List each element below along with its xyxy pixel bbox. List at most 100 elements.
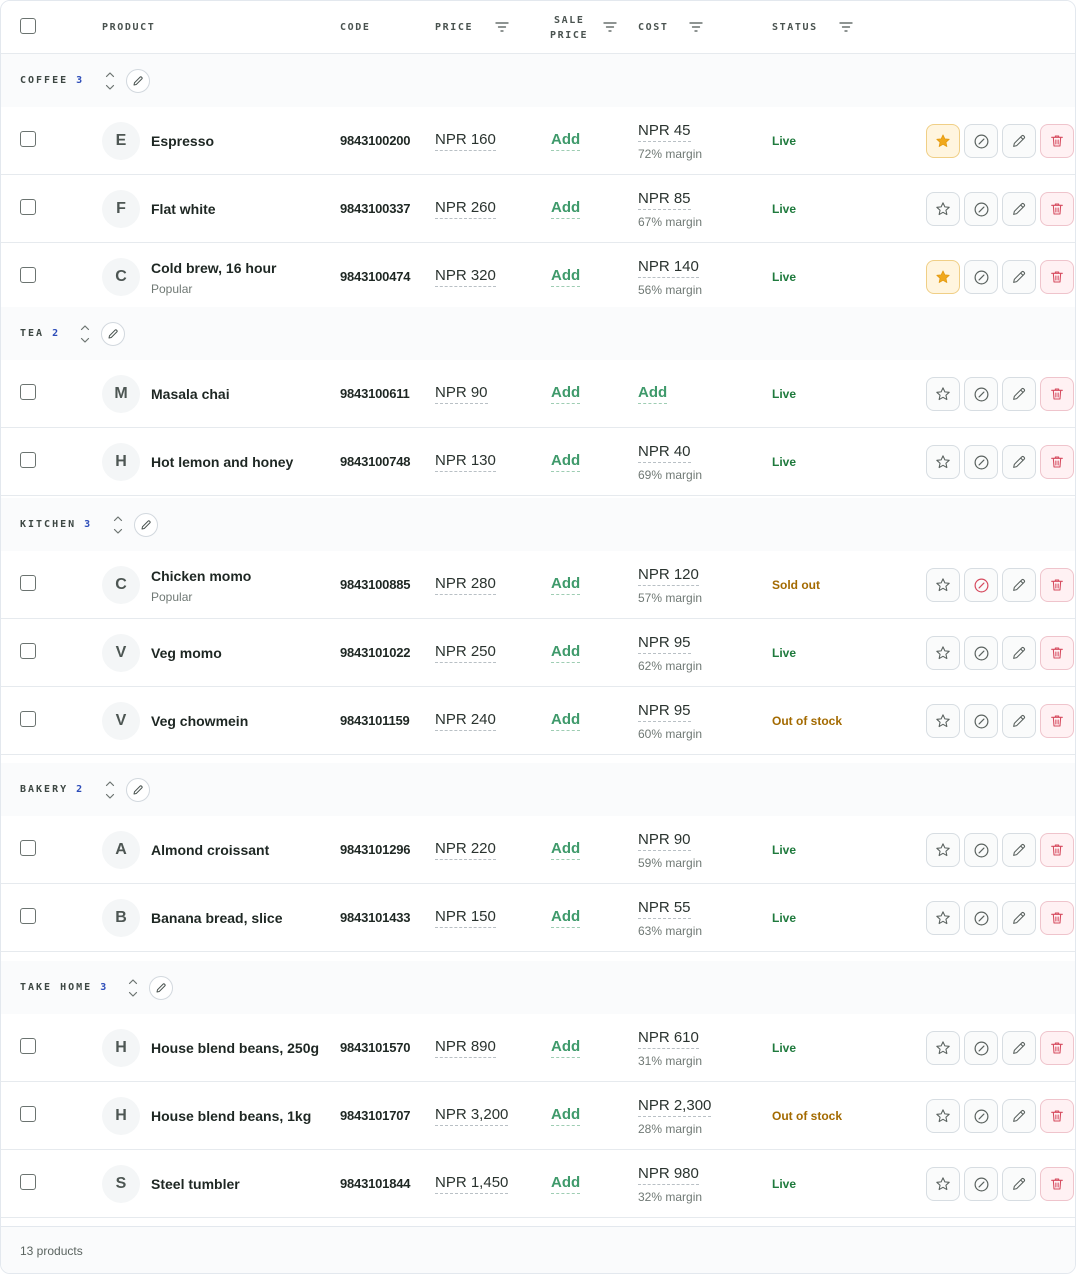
row-checkbox[interactable] bbox=[20, 908, 36, 924]
table-row[interactable]: M Masala chai 9843100611 NPR 90 Add Add Live bbox=[1, 360, 1075, 428]
delete-product-button[interactable] bbox=[1040, 260, 1074, 294]
edit-group-button[interactable] bbox=[149, 976, 173, 1000]
cost-value[interactable]: NPR 120 bbox=[638, 566, 699, 586]
edit-product-button[interactable] bbox=[1002, 445, 1036, 479]
cost-value[interactable]: NPR 85 bbox=[638, 190, 691, 210]
favorite-button[interactable] bbox=[926, 124, 960, 158]
product-name[interactable]: Veg momo bbox=[151, 645, 222, 661]
edit-product-button[interactable] bbox=[1002, 901, 1036, 935]
edit-product-button[interactable] bbox=[1002, 1167, 1036, 1201]
cost-value[interactable]: NPR 980 bbox=[638, 1165, 699, 1185]
delete-product-button[interactable] bbox=[1040, 568, 1074, 602]
add-sale-price-link[interactable]: Add bbox=[551, 1038, 581, 1058]
price-value[interactable]: NPR 260 bbox=[435, 199, 496, 219]
cost-value[interactable]: NPR 95 bbox=[638, 702, 691, 722]
table-row[interactable]: C Popular Cold brew, 16 hour 9843100474 NPR … bbox=[1, 243, 1075, 311]
status-filter-icon[interactable] bbox=[839, 21, 853, 33]
delete-product-button[interactable] bbox=[1040, 377, 1074, 411]
sort-arrows-icon[interactable] bbox=[127, 977, 139, 999]
delete-product-button[interactable] bbox=[1040, 1031, 1074, 1065]
price-value[interactable]: NPR 90 bbox=[435, 384, 488, 404]
row-checkbox[interactable] bbox=[20, 840, 36, 856]
edit-product-button[interactable] bbox=[1002, 704, 1036, 738]
delete-product-button[interactable] bbox=[1040, 192, 1074, 226]
product-name[interactable]: Banana bread, slice bbox=[151, 910, 283, 926]
sort-arrows-icon[interactable] bbox=[104, 779, 116, 801]
sort-arrows-icon[interactable] bbox=[79, 323, 91, 345]
header-price[interactable]: PRICE bbox=[435, 20, 473, 35]
toggle-availability-button[interactable] bbox=[964, 704, 998, 738]
add-sale-price-link[interactable]: Add bbox=[551, 452, 581, 472]
toggle-availability-button[interactable] bbox=[964, 260, 998, 294]
product-name[interactable]: Chicken momo bbox=[151, 568, 251, 584]
cost-value[interactable]: NPR 95 bbox=[638, 634, 691, 654]
price-value[interactable]: NPR 250 bbox=[435, 643, 496, 663]
table-row[interactable]: V Veg momo 9843101022 NPR 250 Add NPR 95 62% m… bbox=[1, 619, 1075, 687]
delete-product-button[interactable] bbox=[1040, 1167, 1074, 1201]
edit-group-button[interactable] bbox=[126, 69, 150, 93]
sale-price-filter-icon[interactable] bbox=[603, 21, 617, 33]
table-row[interactable]: H Hot lemon and honey 9843100748 NPR 130 Add… bbox=[1, 428, 1075, 496]
delete-product-button[interactable] bbox=[1040, 901, 1074, 935]
product-name[interactable]: Almond croissant bbox=[151, 842, 269, 858]
favorite-button[interactable] bbox=[926, 260, 960, 294]
row-checkbox[interactable] bbox=[20, 1106, 36, 1122]
edit-group-button[interactable] bbox=[134, 513, 158, 537]
row-checkbox[interactable] bbox=[20, 131, 36, 147]
favorite-button[interactable] bbox=[926, 377, 960, 411]
edit-product-button[interactable] bbox=[1002, 1031, 1036, 1065]
price-value[interactable]: NPR 220 bbox=[435, 840, 496, 860]
favorite-button[interactable] bbox=[926, 192, 960, 226]
toggle-availability-button[interactable] bbox=[964, 568, 998, 602]
delete-product-button[interactable] bbox=[1040, 445, 1074, 479]
row-checkbox[interactable] bbox=[20, 452, 36, 468]
toggle-availability-button[interactable] bbox=[964, 1031, 998, 1065]
toggle-availability-button[interactable] bbox=[964, 636, 998, 670]
add-sale-price-link[interactable]: Add bbox=[551, 711, 581, 731]
cost-value[interactable]: NPR 90 bbox=[638, 831, 691, 851]
price-value[interactable]: NPR 240 bbox=[435, 711, 496, 731]
edit-product-button[interactable] bbox=[1002, 124, 1036, 158]
table-row[interactable]: H House blend beans, 250g 9843101570 NPR 89… bbox=[1, 1014, 1075, 1082]
toggle-availability-button[interactable] bbox=[964, 124, 998, 158]
price-value[interactable]: NPR 280 bbox=[435, 575, 496, 595]
product-name[interactable]: Flat white bbox=[151, 201, 216, 217]
row-checkbox[interactable] bbox=[20, 1174, 36, 1190]
edit-product-button[interactable] bbox=[1002, 1099, 1036, 1133]
select-all-checkbox[interactable] bbox=[20, 18, 36, 34]
sort-arrows-icon[interactable] bbox=[104, 70, 116, 92]
delete-product-button[interactable] bbox=[1040, 704, 1074, 738]
delete-product-button[interactable] bbox=[1040, 636, 1074, 670]
favorite-button[interactable] bbox=[926, 445, 960, 479]
add-sale-price-link[interactable]: Add bbox=[551, 267, 581, 287]
edit-group-button[interactable] bbox=[101, 322, 125, 346]
price-value[interactable]: NPR 320 bbox=[435, 267, 496, 287]
table-row[interactable]: C Popular Chicken momo 9843100885 NPR 280 Add… bbox=[1, 551, 1075, 619]
product-name[interactable]: Veg chowmein bbox=[151, 713, 248, 729]
header-product[interactable]: PRODUCT bbox=[102, 20, 155, 35]
product-name[interactable]: House blend beans, 250g bbox=[151, 1040, 319, 1056]
price-value[interactable]: NPR 150 bbox=[435, 908, 496, 928]
table-row[interactable]: H House blend beans, 1kg 9843101707 NPR 3,2… bbox=[1, 1082, 1075, 1150]
row-checkbox[interactable] bbox=[20, 643, 36, 659]
table-row[interactable]: A Almond croissant 9843101296 NPR 220 Add NPR… bbox=[1, 816, 1075, 884]
cost-filter-icon[interactable] bbox=[689, 21, 703, 33]
price-filter-icon[interactable] bbox=[495, 21, 509, 33]
header-sale-price[interactable]: SALE PRICE bbox=[550, 13, 587, 43]
header-code[interactable]: CODE bbox=[340, 20, 370, 35]
delete-product-button[interactable] bbox=[1040, 1099, 1074, 1133]
edit-product-button[interactable] bbox=[1002, 377, 1036, 411]
add-sale-price-link[interactable]: Add bbox=[551, 1174, 581, 1194]
add-sale-price-link[interactable]: Add bbox=[551, 131, 581, 151]
edit-group-button[interactable] bbox=[126, 778, 150, 802]
row-checkbox[interactable] bbox=[20, 267, 36, 283]
price-value[interactable]: NPR 1,450 bbox=[435, 1174, 509, 1194]
add-sale-price-link[interactable]: Add bbox=[551, 643, 581, 663]
product-name[interactable]: House blend beans, 1kg bbox=[151, 1108, 311, 1124]
favorite-button[interactable] bbox=[926, 1031, 960, 1065]
add-sale-price-link[interactable]: Add bbox=[551, 199, 581, 219]
toggle-availability-button[interactable] bbox=[964, 833, 998, 867]
cost-value[interactable]: NPR 40 bbox=[638, 443, 691, 463]
header-cost[interactable]: COST bbox=[638, 20, 668, 35]
edit-product-button[interactable] bbox=[1002, 833, 1036, 867]
